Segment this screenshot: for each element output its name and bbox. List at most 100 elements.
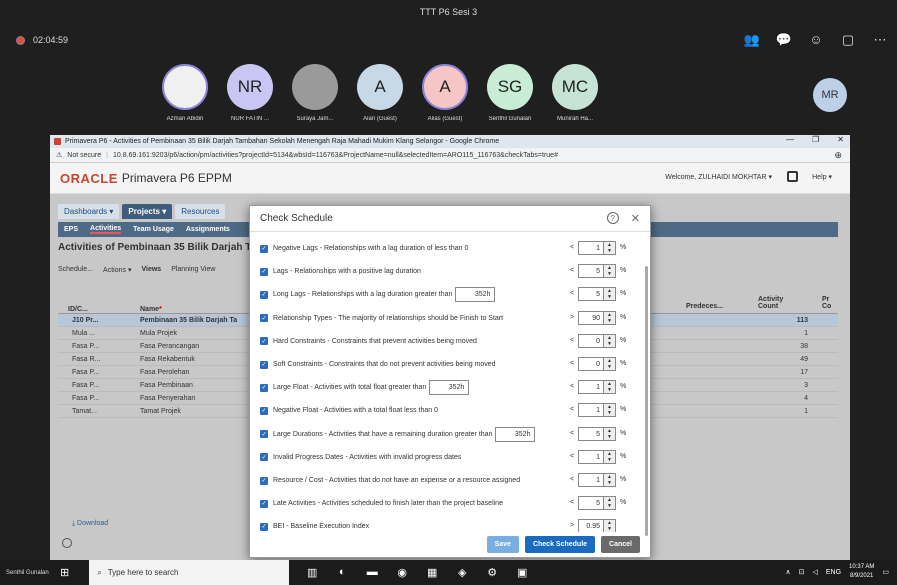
- threshold-value[interactable]: 1: [578, 241, 604, 255]
- stepper-down-icon[interactable]: ▼: [607, 271, 612, 277]
- actions-menu[interactable]: Actions ▾: [103, 266, 131, 274]
- stepper-arrows-icon[interactable]: ▲ ▼: [604, 264, 616, 279]
- zoom-icon[interactable]: ⊕: [834, 150, 842, 161]
- threshold-value[interactable]: 0: [578, 333, 604, 348]
- threshold-stepper[interactable]: 0 ▲ ▼: [578, 333, 616, 348]
- threshold-hours-input[interactable]: 352h: [429, 380, 470, 396]
- clock[interactable]: 10:37 AM 8/9/2021: [849, 563, 874, 581]
- stepper-arrows-icon[interactable]: ▲ ▼: [604, 449, 616, 464]
- threshold-stepper[interactable]: 5 ▲ ▼: [578, 264, 616, 279]
- threshold-stepper[interactable]: 5 ▲ ▼: [578, 426, 616, 441]
- threshold-value[interactable]: 5: [578, 496, 604, 511]
- notification-icon[interactable]: ▭: [882, 568, 889, 576]
- tab-resources[interactable]: Resources: [175, 204, 226, 219]
- collapse-icon[interactable]: [62, 538, 72, 548]
- threshold-value[interactable]: 5: [578, 287, 604, 302]
- more-icon[interactable]: ⋯: [871, 32, 889, 48]
- threshold-value[interactable]: 1: [578, 403, 604, 418]
- task-view-icon[interactable]: ▥: [303, 566, 321, 579]
- app-icon[interactable]: ▦: [423, 566, 441, 579]
- threshold-stepper[interactable]: 5 ▲ ▼: [578, 287, 616, 302]
- reactions-icon[interactable]: ☺: [807, 32, 825, 48]
- stepper-arrows-icon[interactable]: ▲ ▼: [604, 380, 616, 395]
- stepper-arrows-icon[interactable]: ▲ ▼: [604, 357, 616, 371]
- subtab-team-usage[interactable]: Team Usage: [133, 226, 174, 233]
- stepper-arrows-icon[interactable]: ▲ ▼: [604, 473, 616, 487]
- volume-icon[interactable]: ◁: [812, 568, 817, 576]
- stepper-arrows-icon[interactable]: ▲ ▼: [604, 241, 616, 255]
- url-text[interactable]: 10.8.69.161:9203/p6/action/pm/activities…: [113, 152, 558, 159]
- stepper-arrows-icon[interactable]: ▲ ▼: [604, 496, 616, 511]
- threshold-stepper[interactable]: 1 ▲ ▼: [578, 403, 616, 418]
- dialog-scrollbar[interactable]: [645, 266, 648, 536]
- check-checkbox[interactable]: ✓: [260, 406, 268, 415]
- stepper-down-icon[interactable]: ▼: [607, 318, 612, 324]
- help-menu[interactable]: Help ▾: [812, 173, 832, 181]
- download-link[interactable]: ⤓ Download: [72, 520, 108, 528]
- check-checkbox[interactable]: ✓: [260, 430, 268, 439]
- check-checkbox[interactable]: ✓: [260, 314, 268, 323]
- threshold-stepper[interactable]: 0 ▲ ▼: [578, 357, 616, 371]
- subtab-eps[interactable]: EPS: [64, 226, 78, 233]
- welcome-user[interactable]: Welcome, ZULHAIDI MOKHTAR ▾: [665, 173, 772, 181]
- check-checkbox[interactable]: ✓: [260, 453, 268, 462]
- stepper-down-icon[interactable]: ▼: [607, 387, 612, 393]
- threshold-value[interactable]: 5: [578, 264, 604, 279]
- close-icon[interactable]: ✕: [631, 212, 640, 225]
- cancel-button[interactable]: Cancel: [601, 535, 640, 553]
- stepper-down-icon[interactable]: ▼: [607, 410, 612, 416]
- col-activity-count[interactable]: Activity Count: [758, 296, 798, 310]
- threshold-value[interactable]: 1: [578, 473, 604, 487]
- edge-icon[interactable]: ◐: [333, 566, 351, 579]
- stepper-down-icon[interactable]: ▼: [607, 294, 612, 300]
- stepper-arrows-icon[interactable]: ▲ ▼: [604, 287, 616, 302]
- check-checkbox[interactable]: ✓: [260, 383, 268, 392]
- col-predecessors[interactable]: Predeces...: [686, 303, 723, 310]
- threshold-value[interactable]: 1: [578, 380, 604, 395]
- threshold-stepper[interactable]: 5 ▲ ▼: [578, 496, 616, 511]
- lang-indicator[interactable]: ENG: [826, 569, 841, 576]
- tab-projects[interactable]: Projects ▾: [122, 204, 173, 219]
- check-checkbox[interactable]: ✓: [260, 337, 268, 346]
- threshold-hours-input[interactable]: 352h: [455, 287, 496, 303]
- views-menu[interactable]: Views: [141, 266, 161, 274]
- windows-start-icon[interactable]: ⊞: [60, 566, 69, 579]
- threshold-value[interactable]: 1: [578, 449, 604, 464]
- network-icon[interactable]: ⊡: [799, 568, 805, 576]
- settings-icon[interactable]: ⚙: [483, 566, 501, 579]
- threshold-stepper[interactable]: 1 ▲ ▼: [578, 241, 616, 255]
- threshold-value[interactable]: 90: [578, 310, 604, 325]
- threshold-value[interactable]: 0: [578, 357, 604, 371]
- check-schedule-button[interactable]: Check Schedule: [524, 535, 596, 553]
- threshold-stepper[interactable]: 1 ▲ ▼: [578, 380, 616, 395]
- check-checkbox[interactable]: ✓: [260, 244, 268, 253]
- threshold-stepper[interactable]: 1 ▲ ▼: [578, 449, 616, 464]
- check-checkbox[interactable]: ✓: [260, 499, 268, 508]
- check-checkbox[interactable]: ✓: [260, 290, 268, 299]
- stepper-arrows-icon[interactable]: ▲ ▼: [604, 310, 616, 325]
- chrome-icon[interactable]: ◉: [393, 566, 411, 579]
- threshold-hours-input[interactable]: 352h: [495, 426, 536, 442]
- stepper-down-icon[interactable]: ▼: [607, 503, 612, 509]
- app2-icon[interactable]: ◈: [453, 566, 471, 579]
- check-checkbox[interactable]: ✓: [260, 267, 268, 276]
- subtab-assignments[interactable]: Assignments: [186, 226, 230, 233]
- stepper-down-icon[interactable]: ▼: [607, 434, 612, 440]
- tray-chevron-icon[interactable]: ∧: [785, 568, 790, 576]
- col-pr[interactable]: Pr Co: [822, 296, 836, 310]
- check-checkbox[interactable]: ✓: [260, 476, 268, 485]
- stepper-arrows-icon[interactable]: ▲ ▼: [604, 403, 616, 418]
- restore-icon[interactable]: ❐: [812, 135, 819, 144]
- subtab-activities[interactable]: Activities: [90, 225, 122, 234]
- help-icon[interactable]: ?: [606, 212, 619, 224]
- threshold-stepper[interactable]: 90 ▲ ▼: [578, 310, 616, 325]
- stepper-down-icon[interactable]: ▼: [607, 480, 612, 486]
- planning-view-selector[interactable]: Planning View: [171, 266, 215, 274]
- close-window-icon[interactable]: ✕: [837, 135, 844, 144]
- address-bar[interactable]: ⚠ Not secure | 10.8.69.161:9203/p6/actio…: [50, 148, 850, 163]
- excel-icon[interactable]: ▣: [513, 566, 531, 579]
- schedule-button[interactable]: Schedule...: [58, 266, 93, 274]
- inbox-icon[interactable]: [787, 171, 798, 182]
- threshold-value[interactable]: 5: [578, 426, 604, 441]
- people-icon[interactable]: 👥: [743, 32, 761, 48]
